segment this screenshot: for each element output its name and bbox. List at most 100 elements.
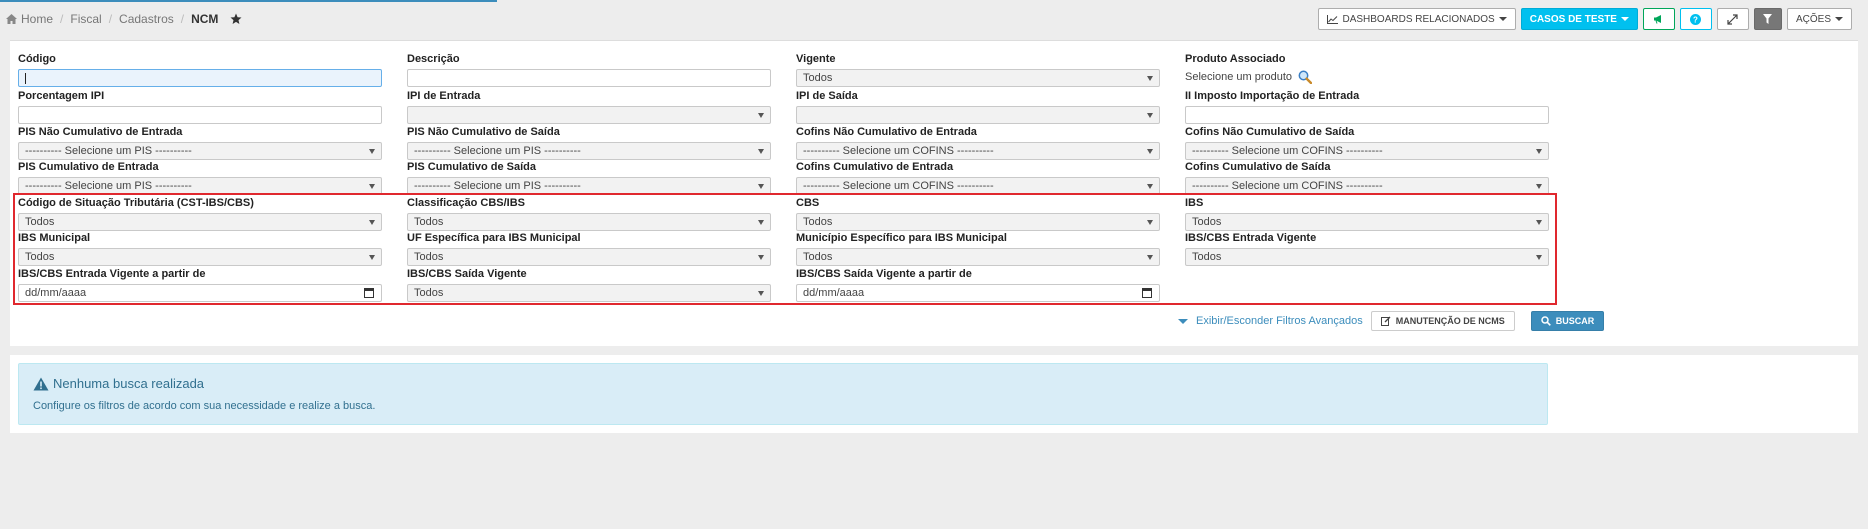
produto-picker[interactable]: Selecione um produto: [1185, 70, 1549, 84]
dropdown-arrow-icon: [369, 149, 375, 154]
announcement-button[interactable]: [1642, 8, 1675, 30]
descricao-input[interactable]: [407, 69, 771, 87]
pis-nc-saida-label: PIS Não Cumulativo de Saída: [407, 126, 560, 138]
field-cofins-c-entrada: Cofins Cumulativo de Entrada ---------- …: [796, 160, 1160, 195]
filter-button[interactable]: [1753, 8, 1782, 30]
dropdown-arrow-icon: [1147, 76, 1153, 81]
dropdown-arrow-icon: [758, 184, 764, 189]
pis-c-saida-value: ---------- Selecione um PIS ----------: [414, 180, 581, 192]
alert-title: Nenhuma busca realizada: [53, 376, 205, 391]
search-button[interactable]: BUSCAR: [1530, 311, 1605, 331]
cofins-c-saida-label: Cofins Cumulativo de Saída: [1185, 161, 1331, 173]
ncm-maintenance-button[interactable]: MANUTENÇÃO DE NCMS: [1370, 311, 1515, 331]
breadcrumb-separator: /: [108, 12, 113, 26]
caret-down-icon: [1498, 17, 1507, 21]
cofins-c-entrada-label: Cofins Cumulativo de Entrada: [796, 161, 954, 173]
pis-nc-entrada-label: PIS Não Cumulativo de Entrada: [18, 126, 183, 138]
cofins-c-entrada-value: ---------- Selecione um COFINS ---------…: [803, 180, 994, 192]
field-pis-nc-entrada: PIS Não Cumulativo de Entrada ----------…: [18, 125, 382, 160]
edit-icon: [1380, 316, 1391, 326]
dropdown-arrow-icon: [758, 113, 764, 118]
cofins-nc-saida-label: Cofins Não Cumulativo de Saída: [1185, 126, 1355, 138]
breadcrumb-home[interactable]: Home: [6, 12, 53, 26]
pis-c-entrada-value: ---------- Selecione um PIS ----------: [25, 180, 192, 192]
vigente-select[interactable]: Todos: [796, 69, 1160, 87]
svg-text:?: ?: [1694, 15, 1699, 24]
ipi-saida-label: IPI de Saída: [796, 90, 858, 102]
ncm-maintenance-label: MANUTENÇÃO DE NCMS: [1395, 316, 1505, 326]
breadcrumb-fiscal[interactable]: Fiscal: [70, 12, 101, 26]
warning-icon: [33, 377, 49, 390]
pis-nc-saida-select[interactable]: ---------- Selecione um PIS ----------: [407, 142, 771, 160]
field-porc-ipi: Porcentagem IPI: [18, 89, 382, 124]
ipi-entrada-select[interactable]: [407, 106, 771, 124]
pis-c-entrada-label: PIS Cumulativo de Entrada: [18, 161, 159, 173]
dropdown-arrow-icon: [1536, 149, 1542, 154]
dropdown-arrow-icon: [758, 149, 764, 154]
cofins-nc-entrada-select[interactable]: ---------- Selecione um COFINS ---------…: [796, 142, 1160, 160]
cofins-nc-saida-value: ---------- Selecione um COFINS ---------…: [1192, 145, 1383, 157]
bullhorn-icon: [1654, 15, 1662, 24]
field-cofins-c-saida: Cofins Cumulativo de Saída ---------- Se…: [1185, 160, 1549, 195]
toggle-advanced-filters-label: Exibir/Esconder Filtros Avançados: [1196, 315, 1363, 327]
field-pis-nc-saida: PIS Não Cumulativo de Saída ---------- S…: [407, 125, 771, 160]
actions-button[interactable]: AÇÕES: [1786, 8, 1852, 30]
test-cases-button[interactable]: CASOS DE TESTE: [1520, 8, 1638, 30]
produto-label: Produto Associado: [1185, 53, 1286, 65]
field-pis-c-entrada: PIS Cumulativo de Entrada ---------- Sel…: [18, 160, 382, 195]
dashboards-button[interactable]: DASHBOARDS RELACIONADOS: [1318, 8, 1516, 30]
field-descricao: Descrição: [407, 52, 771, 87]
field-ipi-entrada: IPI de Entrada: [407, 89, 771, 124]
alert-message: Configure os filtros de acordo com sua n…: [33, 400, 376, 412]
pis-nc-entrada-select[interactable]: ---------- Selecione um PIS ----------: [18, 142, 382, 160]
breadcrumb-separator: /: [60, 12, 64, 26]
porc-ipi-input[interactable]: [18, 106, 382, 124]
field-cofins-nc-entrada: Cofins Não Cumulativo de Entrada -------…: [796, 125, 1160, 160]
field-ipi-saida: IPI de Saída: [796, 89, 1160, 124]
text-cursor: [25, 72, 26, 84]
cofins-nc-entrada-value: ---------- Selecione um COFINS ---------…: [803, 145, 994, 157]
toolbar: DASHBOARDS RELACIONADOS CASOS DE TESTE ?…: [1318, 8, 1852, 30]
breadcrumb: Home / Fiscal / Cadastros / NCM: [6, 12, 242, 26]
favorite-star-icon[interactable]: [230, 13, 242, 25]
magnifier-icon[interactable]: [1298, 70, 1313, 84]
dashboards-label: DASHBOARDS RELACIONADOS: [1342, 13, 1495, 25]
filter-icon: [1763, 14, 1773, 24]
descricao-label: Descrição: [407, 53, 460, 65]
breadcrumb-home-label: Home: [21, 12, 54, 26]
field-produto: Produto Associado Selecione um produto: [1185, 52, 1549, 84]
actions-label: AÇÕES: [1795, 13, 1831, 25]
field-pis-c-saida: PIS Cumulativo de Saída ---------- Selec…: [407, 160, 771, 195]
search-label: BUSCAR: [1555, 316, 1595, 326]
test-cases-label: CASOS DE TESTE: [1529, 13, 1617, 25]
caret-down-icon: [1835, 17, 1843, 21]
dropdown-arrow-icon: [1147, 113, 1153, 118]
breadcrumb-separator: /: [180, 12, 185, 26]
expand-icon: [1727, 13, 1739, 25]
ii-import-input[interactable]: [1185, 106, 1549, 124]
dropdown-arrow-icon: [1147, 184, 1153, 189]
ipi-entrada-label: IPI de Entrada: [407, 90, 481, 102]
field-cofins-nc-saida: Cofins Não Cumulativo de Saída ---------…: [1185, 125, 1549, 160]
field-vigente: Vigente Todos: [796, 52, 1160, 87]
breadcrumb-current: NCM: [191, 12, 219, 26]
pis-nc-saida-value: ---------- Selecione um PIS ----------: [414, 145, 581, 157]
field-ii-import: II Imposto Importação de Entrada: [1185, 89, 1549, 124]
new-fields-highlight-box: [13, 193, 1557, 305]
codigo-input[interactable]: [18, 69, 382, 87]
ipi-saida-select[interactable]: [796, 106, 1160, 124]
filter-actions: Exibir/Esconder Filtros Avançados MANUTE…: [1178, 311, 1605, 331]
breadcrumb-cadastros[interactable]: Cadastros: [119, 12, 174, 26]
caret-down-icon: [1178, 318, 1188, 324]
fullscreen-button[interactable]: [1716, 8, 1749, 30]
home-icon: [6, 14, 17, 24]
help-button[interactable]: ?: [1679, 8, 1712, 30]
caret-down-icon: [1620, 17, 1629, 21]
toggle-advanced-filters-link[interactable]: Exibir/Esconder Filtros Avançados: [1178, 315, 1363, 327]
chart-icon: [1327, 14, 1339, 24]
alert-title-row: Nenhuma busca realizada: [33, 376, 204, 391]
search-icon: [1540, 316, 1551, 326]
cofins-nc-saida-select[interactable]: ---------- Selecione um COFINS ---------…: [1185, 142, 1549, 160]
porc-ipi-label: Porcentagem IPI: [18, 90, 105, 102]
pis-nc-entrada-value: ---------- Selecione um PIS ----------: [25, 145, 192, 157]
